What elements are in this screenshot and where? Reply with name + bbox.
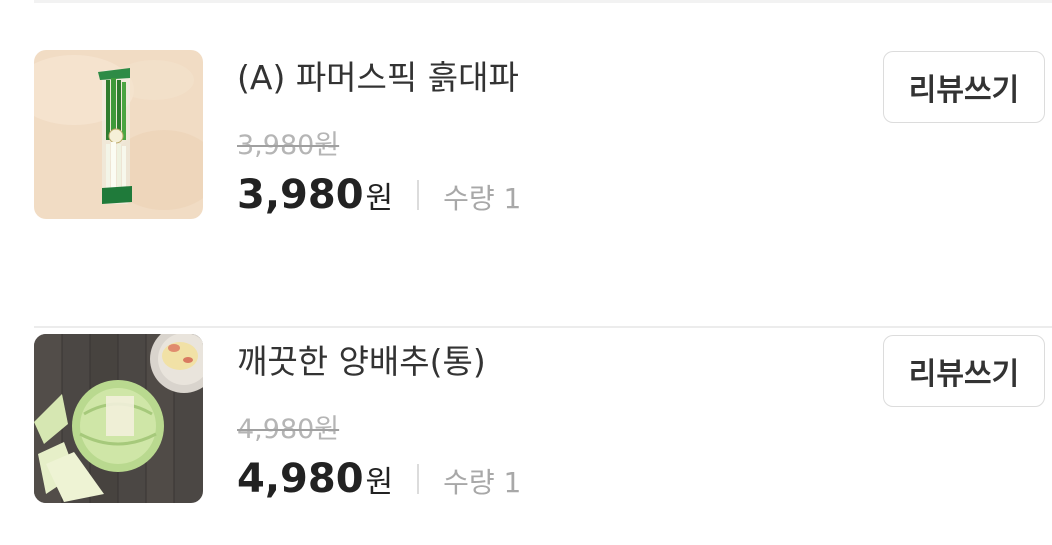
price-unit: 원: [365, 181, 394, 216]
green-onion-image: [34, 50, 203, 219]
price-row: 4,980 원 수량 1: [237, 454, 521, 504]
write-review-button[interactable]: 리뷰쓰기: [883, 51, 1045, 123]
product-image-green-onion[interactable]: [34, 50, 203, 219]
product-image-cabbage[interactable]: [34, 334, 203, 503]
order-items-page: (A) 파머스픽 흙대파 3,980원 3,980 원 수량 1 리뷰쓰기 깨끗…: [0, 0, 1052, 545]
cabbage-image: [34, 334, 203, 503]
price-unit: 원: [365, 465, 394, 500]
sale-price: 3,980: [237, 172, 364, 218]
price-row: 3,980 원 수량 1: [237, 170, 521, 220]
quantity-label: 수량 1: [443, 182, 522, 215]
write-review-button[interactable]: 리뷰쓰기: [883, 335, 1045, 407]
original-price: 4,980원: [237, 414, 340, 445]
product-name[interactable]: 깨끗한 양배추(통): [237, 340, 486, 384]
top-divider: [34, 0, 1052, 3]
separator: [417, 180, 420, 210]
separator: [417, 464, 420, 494]
quantity-label: 수량 1: [443, 466, 522, 499]
product-name[interactable]: (A) 파머스픽 흙대파: [237, 56, 519, 100]
original-price: 3,980원: [237, 130, 340, 161]
item-divider: [34, 326, 1052, 328]
sale-price: 4,980: [237, 456, 364, 502]
